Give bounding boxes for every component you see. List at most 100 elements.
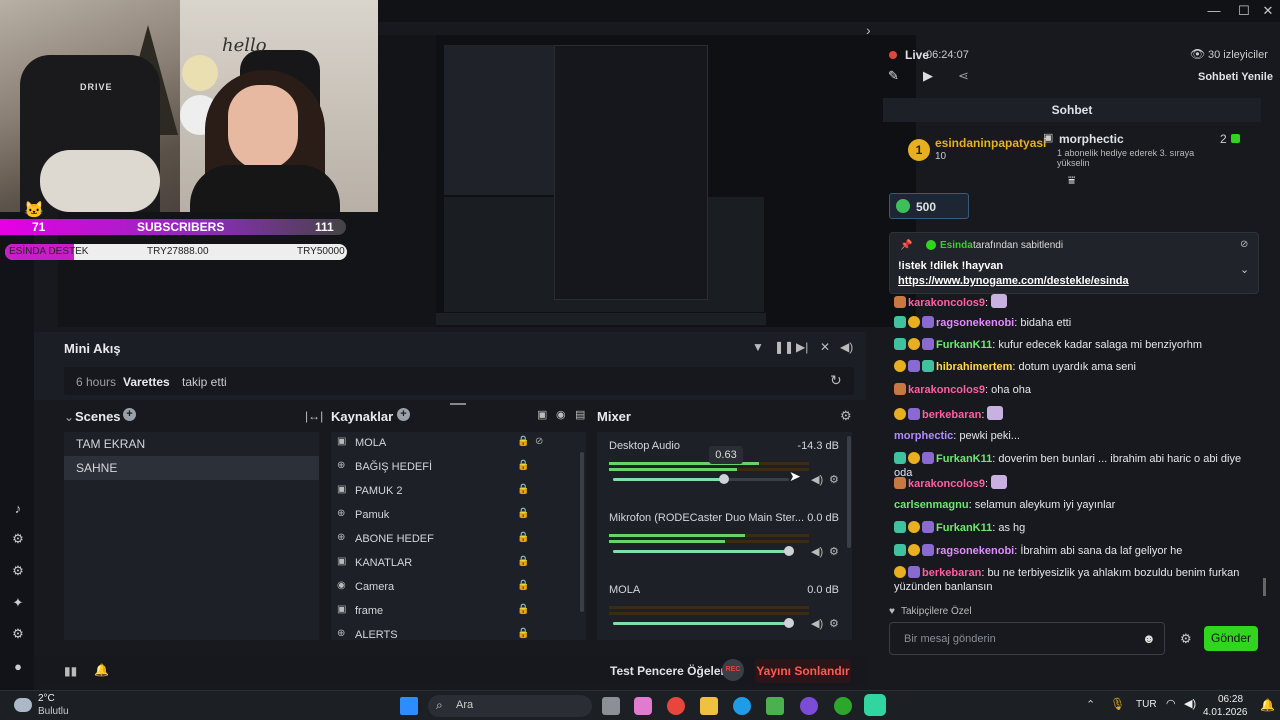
lock-icon[interactable]: 🔒: [517, 580, 529, 591]
file-explorer-icon[interactable]: [700, 697, 718, 715]
windows-start-icon[interactable]: [400, 697, 418, 715]
end-stream-button[interactable]: Yayını Sonlandır: [755, 659, 851, 683]
chat-username[interactable]: carlsenmagnu: [894, 499, 969, 511]
clock-time[interactable]: 06:28: [1218, 694, 1243, 705]
settings-icon[interactable]: ⚙: [9, 625, 27, 643]
gift-user[interactable]: morphectic: [1059, 132, 1124, 146]
channel-settings-icon[interactable]: ⚙: [829, 473, 839, 486]
source-group-icon[interactable]: ▣: [537, 408, 547, 421]
add-source-icon[interactable]: +: [397, 408, 410, 421]
source-item[interactable]: ⊕ ALERTS 🔒: [331, 624, 576, 648]
edge-icon[interactable]: [733, 697, 751, 715]
chrome-icon[interactable]: [667, 697, 685, 715]
edit-icon[interactable]: ✎: [888, 68, 899, 84]
source-item[interactable]: ⊕ ABONE HEDEF 🔒: [331, 528, 576, 552]
language-indicator[interactable]: TUR: [1136, 699, 1157, 710]
filter-icon[interactable]: ▼: [752, 340, 764, 354]
channel-points[interactable]: 500: [889, 193, 969, 219]
profile-icon[interactable]: ●: [9, 658, 27, 676]
pause-icon[interactable]: ❚❚: [774, 340, 794, 354]
source-folder-icon[interactable]: ▤: [575, 408, 585, 421]
bell-icon[interactable]: 🔔: [94, 663, 109, 677]
lock-icon[interactable]: 🔒: [517, 532, 529, 543]
wifi-icon[interactable]: ◠: [1166, 697, 1176, 710]
plugin-icon-2[interactable]: ⚙: [9, 562, 27, 580]
chat-username[interactable]: FurkanK11: [936, 453, 992, 465]
emoji-icon[interactable]: ☻: [1142, 631, 1156, 646]
volume-knob[interactable]: [784, 546, 794, 556]
channel-settings-icon[interactable]: ⚙: [829, 545, 839, 558]
chat-username[interactable]: berkebaran: [922, 409, 981, 421]
add-scene-icon[interactable]: +: [123, 408, 136, 421]
chat-username[interactable]: karakoncolos9: [908, 384, 985, 396]
plugin-icon[interactable]: ⚙: [9, 530, 27, 548]
lock-icon[interactable]: 🔒: [517, 436, 529, 447]
chat-username[interactable]: karakoncolos9: [908, 478, 985, 490]
tiktok-icon[interactable]: ♪: [9, 500, 27, 518]
stats-icon[interactable]: ▮▮: [64, 664, 77, 678]
collapse-chevron-icon[interactable]: ⌄: [64, 410, 74, 424]
source-camera-icon[interactable]: ◉: [556, 408, 566, 421]
top-supporter-name[interactable]: esindaninpapatyasi: [935, 136, 1046, 150]
volume-slider[interactable]: [613, 474, 789, 484]
mute-icon[interactable]: ◀): [811, 545, 823, 558]
chat-settings-icon[interactable]: ⚙: [1180, 631, 1192, 647]
source-item[interactable]: ▣ frame 🔒: [331, 600, 576, 624]
lock-icon[interactable]: 🔒: [517, 508, 529, 519]
volume-knob[interactable]: [718, 474, 729, 484]
clock-date[interactable]: 4.01.2026: [1203, 707, 1248, 718]
minimize-button[interactable]: —: [1202, 2, 1226, 20]
scene-transition-icon[interactable]: |↔|: [305, 409, 323, 423]
scene-item[interactable]: TAM EKRAN: [64, 432, 319, 456]
lock-icon[interactable]: 🔒: [517, 484, 529, 495]
source-item[interactable]: ⊕ Pamuk 🔒: [331, 504, 576, 528]
channel-settings-icon[interactable]: ⚙: [829, 617, 839, 630]
test-widgets-button[interactable]: Test Pencere Öğeleri: [610, 664, 729, 678]
mute-icon[interactable]: ◀): [811, 617, 823, 630]
source-item[interactable]: ▣ PAMUK 2 🔒: [331, 480, 576, 504]
chat-username[interactable]: ragsonekenobi: [936, 317, 1014, 329]
refresh-chat-button[interactable]: Sohbeti Yenile: [1198, 71, 1273, 83]
replay-icon[interactable]: ↻: [830, 372, 842, 389]
store-icon[interactable]: [766, 697, 784, 715]
collapse-chat-chevron-icon[interactable]: ›: [866, 22, 871, 38]
lock-icon[interactable]: 🔒: [517, 628, 529, 639]
source-item[interactable]: ▣ MOLA 🔒 ⊘: [331, 432, 576, 456]
speaker-icon[interactable]: ◀): [1184, 697, 1196, 710]
chat-scrollbar[interactable]: [1263, 578, 1266, 596]
chat-username[interactable]: ragsonekenobi: [936, 545, 1014, 557]
share-icon[interactable]: ⋖: [958, 68, 969, 84]
chat-username[interactable]: morphectic: [894, 430, 953, 442]
mixer-settings-icon[interactable]: ⚙: [840, 408, 852, 424]
volume-icon[interactable]: ◀): [840, 340, 853, 354]
copilot-icon[interactable]: [634, 697, 652, 715]
task-view-icon[interactable]: [602, 697, 620, 715]
notification-bell-icon[interactable]: 🔔: [1260, 698, 1275, 712]
resize-handle-2[interactable]: [450, 403, 466, 405]
lock-icon[interactable]: 🔒: [517, 604, 529, 615]
sparkle-icon[interactable]: ✦: [9, 594, 27, 612]
chat-username[interactable]: FurkanK11: [936, 522, 992, 534]
maximize-button[interactable]: ☐: [1232, 2, 1256, 20]
record-button[interactable]: REC: [722, 659, 744, 681]
xbox-icon[interactable]: [834, 697, 852, 715]
send-button[interactable]: Gönder: [1204, 626, 1258, 651]
expand-pinned-icon[interactable]: ⌄: [1240, 263, 1249, 276]
close-button[interactable]: ✕: [1256, 2, 1280, 20]
streamlabs-icon[interactable]: [864, 694, 886, 716]
unpin-icon[interactable]: ⊘: [1240, 239, 1248, 250]
chat-username[interactable]: karakoncolos9: [908, 297, 985, 309]
chat-username[interactable]: hibrahimertem: [936, 361, 1012, 373]
expand-leaderboard-icon[interactable]: ⩸: [1068, 173, 1075, 188]
lock-icon[interactable]: 🔒: [517, 460, 529, 471]
sources-scrollbar[interactable]: [580, 452, 584, 612]
video-icon[interactable]: ▶: [923, 68, 933, 84]
mic-tray-icon[interactable]: 🎙: [1110, 697, 1125, 711]
source-item[interactable]: ▣ KANATLAR 🔒: [331, 552, 576, 576]
volume-slider[interactable]: [613, 546, 794, 556]
obs-icon[interactable]: [800, 697, 818, 715]
source-item[interactable]: ◉ Camera 🔒: [331, 576, 576, 600]
volume-knob[interactable]: [784, 618, 794, 628]
scene-item-selected[interactable]: SAHNE: [64, 456, 319, 480]
chat-username[interactable]: berkebaran: [922, 567, 981, 579]
